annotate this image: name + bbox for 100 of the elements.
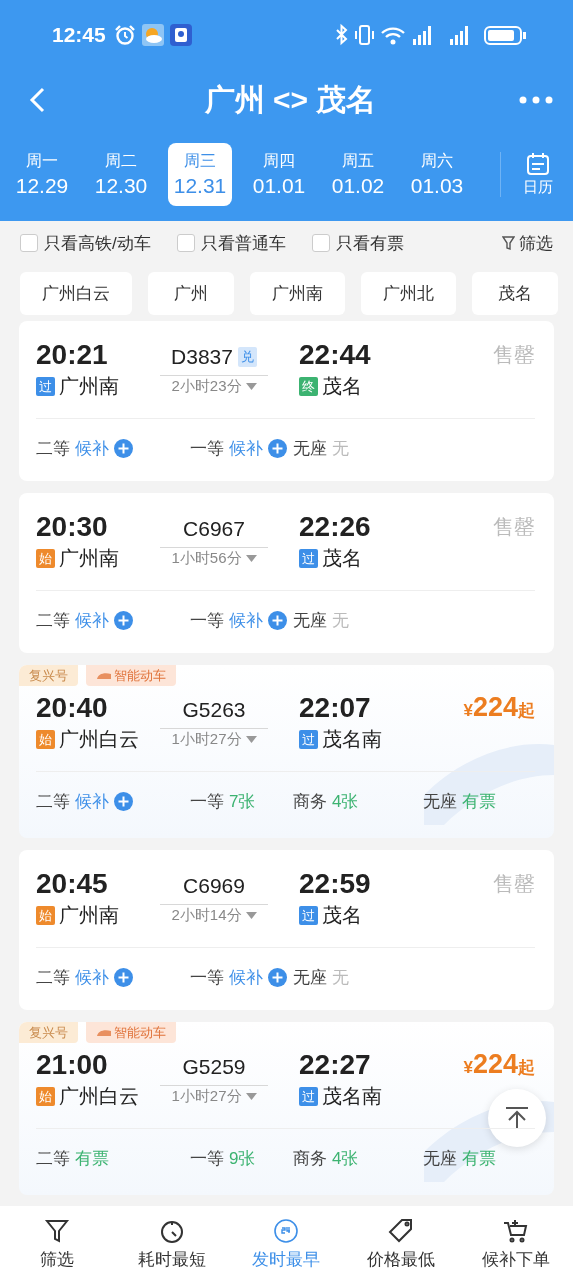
checkbox[interactable] — [311, 234, 330, 252]
add-icon[interactable] — [268, 610, 287, 630]
bottom-nav-item[interactable]: 候补下单 — [458, 1206, 573, 1280]
train-number: C6967 — [183, 517, 245, 541]
price: ¥224起 — [463, 1049, 535, 1079]
seat-class: 无座 — [423, 790, 457, 813]
station-chip[interactable]: 广州南 — [250, 272, 345, 315]
duration-dropdown[interactable]: 1小时56分 — [160, 549, 268, 568]
station-chip[interactable]: 茂名 — [472, 272, 558, 315]
train-card[interactable]: 20:45 C6969 22:59 售罄 始 广州南 2小时14分 过 茂名 二等 候补 一等 候补 无座 无 — [19, 850, 554, 1010]
checkbox[interactable] — [176, 234, 195, 252]
bottom-nav-item[interactable]: 价格最低 — [343, 1206, 459, 1280]
station-chip[interactable]: 广州 — [148, 272, 234, 315]
seat-availability: 4张 — [332, 1147, 359, 1170]
seat-availability: 无 — [332, 437, 349, 460]
seat-availability: 有票 — [462, 1147, 496, 1170]
filter-label[interactable]: 只看普通车 — [200, 231, 286, 255]
arrival-time: 22:07 — [298, 691, 372, 724]
app-notification-icon — [169, 24, 192, 46]
arrival-time: 22:44 — [298, 338, 372, 371]
seat-availability: 4张 — [332, 790, 359, 813]
station-tag: 始 — [36, 1087, 55, 1106]
station-tag: 始 — [36, 549, 55, 568]
add-icon[interactable] — [114, 610, 133, 630]
train-label: 复兴号 — [19, 1022, 78, 1043]
seat-availability: 候补 — [75, 437, 109, 460]
departure-station: 广州白云 — [59, 727, 139, 752]
departure-time: 20:30 — [36, 510, 109, 543]
seat-class: 无座 — [423, 1147, 457, 1170]
departure-time: 20:45 — [36, 867, 109, 900]
seat-availability: 7张 — [229, 790, 256, 813]
seat-class: 一等 — [190, 437, 224, 460]
sold-out-text: 售罄 — [493, 871, 535, 895]
filter-label[interactable]: 只看有票 — [335, 231, 404, 255]
arrival-station: 茂名 — [322, 903, 362, 928]
caret-icon — [245, 1093, 257, 1100]
date-tab[interactable]: 周三 12.31 — [168, 143, 232, 206]
seat-class: 一等 — [190, 609, 224, 632]
seat-availability: 有票 — [462, 790, 496, 813]
seat-class: 商务 — [293, 790, 327, 813]
train-card[interactable]: 20:30 C6967 22:26 售罄 始 广州南 1小时56分 过 茂名 二等 候补 一等 候补 无座 无 — [19, 493, 554, 653]
sold-out-text: 售罄 — [493, 514, 535, 538]
station-tag: 过 — [299, 1087, 318, 1106]
funnel-icon — [502, 236, 515, 250]
duration-dropdown[interactable]: 1小时27分 — [160, 730, 268, 749]
seat-class: 无座 — [293, 609, 327, 632]
seat-class: 一等 — [190, 1147, 224, 1170]
bottom-nav-item[interactable]: 筛选 — [0, 1206, 115, 1280]
seat-class: 二等 — [36, 966, 70, 989]
arrival-time: 22:59 — [298, 867, 372, 900]
train-card[interactable]: 20:21 D3837 兑 22:44 售罄 过 广州南 2小时23分 终 茂名 二等 候补 一等 候补 无座 无 — [19, 321, 554, 481]
more-icon[interactable] — [519, 96, 553, 104]
seat-class: 无座 — [293, 437, 327, 460]
filter-label[interactable]: 只看高铁/动车 — [44, 231, 151, 255]
caret-icon — [245, 912, 257, 919]
duration-dropdown[interactable]: 1小时27分 — [160, 1087, 268, 1106]
seat-availability: 有票 — [75, 1147, 109, 1170]
station-chip[interactable]: 广州北 — [361, 272, 456, 315]
sold-out-text: 售罄 — [493, 342, 535, 366]
seat-class: 二等 — [36, 790, 70, 813]
arrow-up-icon — [504, 1105, 530, 1131]
train-card[interactable]: 复兴号 智能动车 21:00 G5259 22:27 ¥224起 始 广州白云 1小时27分 过 茂名南 二等 有票 一等 9张 商务 4张 无座 有票 — [19, 1022, 554, 1195]
seat-availability: 9张 — [229, 1147, 256, 1170]
train-label: 智能动车 — [86, 665, 176, 686]
price: ¥224起 — [463, 692, 535, 722]
seat-class: 二等 — [36, 437, 70, 460]
train-card[interactable]: 复兴号 智能动车 20:40 G5263 22:07 ¥224起 始 广州白云 1小时27分 过 茂名南 二等 候补 一等 7张 商务 4张 无座 有票 — [19, 665, 554, 838]
duration-dropdown[interactable]: 2小时14分 — [160, 906, 268, 925]
caret-icon — [245, 736, 257, 743]
seat-class: 二等 — [36, 609, 70, 632]
add-icon[interactable] — [268, 967, 287, 987]
route-title: 广州 <> 茂名 — [203, 81, 378, 118]
checkbox[interactable] — [20, 234, 38, 252]
train-icon — [96, 671, 112, 680]
calendar-icon — [526, 152, 550, 176]
train-label: 复兴号 — [19, 665, 78, 686]
station-tag: 过 — [36, 377, 55, 396]
bottom-nav-item[interactable]: 耗时最短 — [114, 1206, 230, 1280]
duration-dropdown[interactable]: 2小时23分 — [160, 377, 268, 396]
arrival-station: 茂名南 — [322, 1084, 382, 1109]
filter-button[interactable]: 筛选 — [502, 231, 553, 255]
seat-availability: 无 — [332, 609, 349, 632]
arrival-station: 茂名 — [322, 374, 362, 399]
seat-class: 二等 — [36, 1147, 70, 1170]
add-icon[interactable] — [114, 967, 133, 987]
seat-availability: 候补 — [75, 790, 109, 813]
add-icon[interactable] — [114, 438, 133, 458]
station-tag: 过 — [299, 549, 318, 568]
seat-class: 无座 — [293, 966, 327, 989]
add-icon[interactable] — [268, 438, 287, 458]
arrival-station: 茂名 — [322, 546, 362, 571]
arrival-time: 22:27 — [298, 1048, 372, 1081]
caret-icon — [245, 383, 257, 390]
train-number: C6969 — [183, 874, 245, 898]
station-chip[interactable]: 广州白云 — [20, 272, 132, 315]
add-icon[interactable] — [114, 791, 133, 811]
seat-availability: 候补 — [229, 966, 263, 989]
station-tag: 始 — [36, 906, 55, 925]
alarm-icon — [113, 24, 136, 46]
train-number: G5259 — [182, 1055, 246, 1079]
